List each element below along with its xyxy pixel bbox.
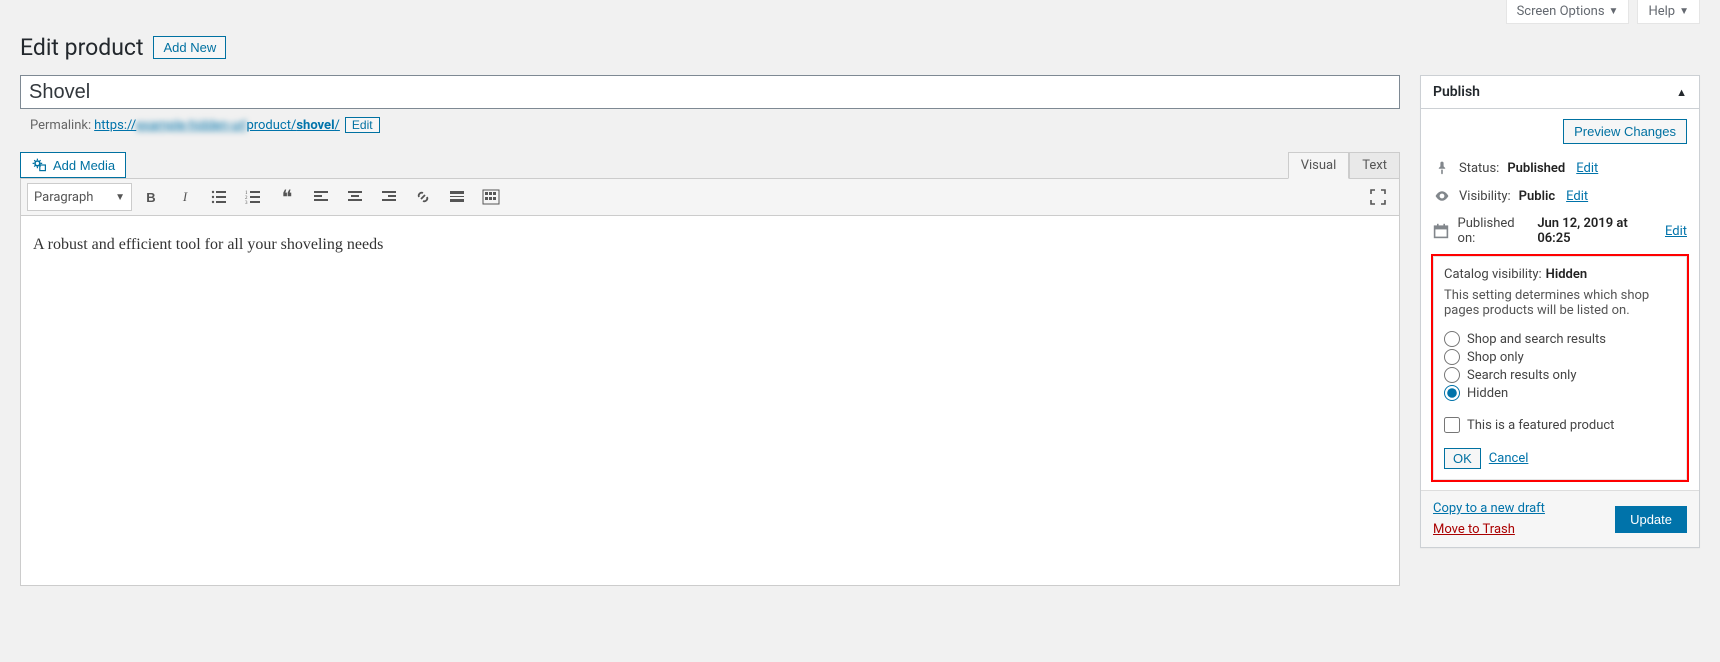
editor-toolbar: Paragraph ▼ B I 123 ❝ [20,178,1400,216]
align-right-button[interactable] [374,183,404,211]
add-media-button[interactable]: Add Media [20,152,126,178]
preview-changes-button[interactable]: Preview Changes [1563,119,1687,144]
permalink-row: Permalink: https://example-hidden-urlpro… [20,109,1400,135]
permalink-label: Permalink: [30,118,91,133]
move-trash-link[interactable]: Move to Trash [1433,522,1545,537]
catalog-visibility-box: Catalog visibility: Hidden This setting … [1433,256,1687,480]
pin-icon [1433,160,1451,176]
page-title: Edit product [20,34,143,61]
read-more-button[interactable] [442,183,472,211]
media-icon [31,157,47,173]
permalink-link[interactable]: https://example-hidden-urlproduct/shovel… [94,118,340,133]
add-new-button[interactable]: Add New [153,36,226,59]
bold-button[interactable]: B [136,183,166,211]
italic-button[interactable]: I [170,183,200,211]
svg-text:3: 3 [245,201,248,205]
radio-search-only[interactable]: Search results only [1444,366,1676,384]
tab-text[interactable]: Text [1349,152,1400,179]
chevron-down-icon: ▼ [115,192,125,203]
toolbar-toggle-button[interactable] [476,183,506,211]
link-button[interactable] [408,183,438,211]
status-edit-link[interactable]: Edit [1576,161,1598,176]
align-center-button[interactable] [340,183,370,211]
radio-hidden[interactable]: Hidden [1444,384,1676,402]
format-select[interactable]: Paragraph ▼ [27,183,132,211]
screen-options-tab[interactable]: Screen Options ▼ [1506,0,1630,24]
calendar-icon [1433,223,1450,239]
align-left-button[interactable] [306,183,336,211]
tab-visual[interactable]: Visual [1288,152,1350,179]
fullscreen-button[interactable] [1363,183,1393,211]
chevron-down-icon: ▼ [1679,6,1689,17]
product-title-input[interactable] [20,75,1400,109]
permalink-edit-button[interactable]: Edit [345,117,380,133]
featured-checkbox[interactable]: This is a featured product [1444,416,1676,434]
help-label: Help [1648,4,1675,19]
radio-shop-only[interactable]: Shop only [1444,348,1676,366]
help-tab[interactable]: Help ▼ [1637,0,1700,24]
date-edit-link[interactable]: Edit [1665,224,1687,239]
publish-box-title: Publish [1433,84,1480,100]
radio-shop-search[interactable]: Shop and search results [1444,330,1676,348]
catalog-ok-button[interactable]: OK [1444,448,1481,469]
copy-draft-link[interactable]: Copy to a new draft [1433,501,1545,516]
numbered-list-button[interactable]: 123 [238,183,268,211]
editor-content[interactable]: A robust and efficient tool for all your… [20,216,1400,586]
eye-icon [1433,188,1451,204]
catalog-cancel-link[interactable]: Cancel [1489,451,1529,466]
bullet-list-button[interactable] [204,183,234,211]
update-button[interactable]: Update [1615,506,1687,533]
visibility-edit-link[interactable]: Edit [1566,189,1588,204]
screen-options-label: Screen Options [1517,4,1605,19]
publish-box: Publish ▲ Preview Changes Status: Publis… [1420,75,1700,548]
chevron-down-icon: ▼ [1609,6,1619,17]
chevron-up-icon[interactable]: ▲ [1676,86,1687,99]
blockquote-button[interactable]: ❝ [272,183,302,211]
catalog-description: This setting determines which shop pages… [1444,288,1676,318]
